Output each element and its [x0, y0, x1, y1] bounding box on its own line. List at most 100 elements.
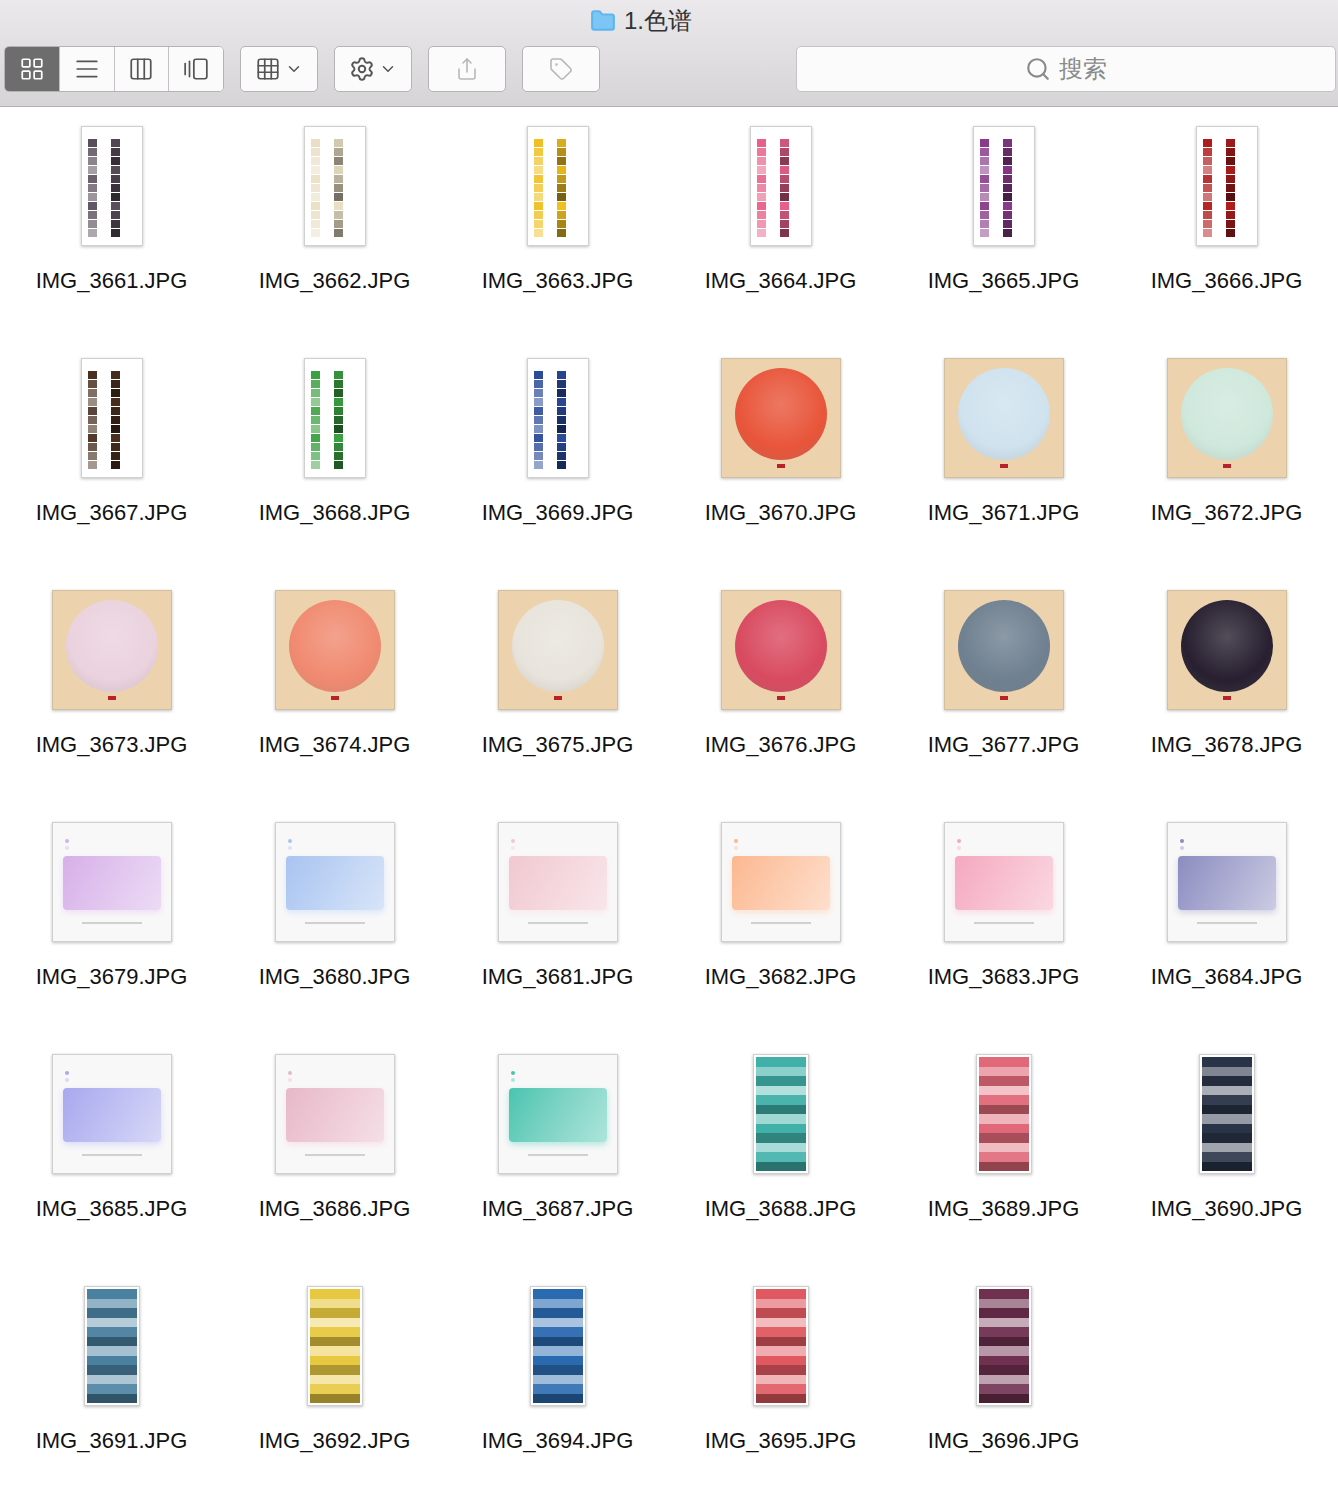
- color-swatch: [111, 371, 120, 379]
- color-dot: [511, 1078, 515, 1082]
- file-item[interactable]: IMG_3679.JPG: [0, 803, 223, 1035]
- color-swatch: [534, 398, 543, 406]
- thumbnail-area: [721, 590, 841, 710]
- seal-mark: [777, 696, 785, 700]
- color-swatch: [980, 175, 989, 183]
- thumbnail-area: [52, 822, 172, 942]
- color-band: [533, 1375, 583, 1385]
- file-item[interactable]: IMG_3672.JPG: [1115, 339, 1338, 571]
- color-band: [756, 1152, 806, 1162]
- color-band: [979, 1394, 1029, 1404]
- color-swatch: [1203, 175, 1212, 183]
- view-mode-button[interactable]: [114, 47, 169, 91]
- file-item[interactable]: IMG_3685.JPG: [0, 1035, 223, 1267]
- file-item[interactable]: IMG_3692.JPG: [223, 1267, 446, 1498]
- color-swatch: [334, 202, 343, 210]
- arrange-button[interactable]: [240, 46, 318, 92]
- file-item[interactable]: IMG_3691.JPG: [0, 1267, 223, 1498]
- file-item[interactable]: IMG_3695.JPG: [669, 1267, 892, 1498]
- painting-circle: [1181, 600, 1273, 692]
- color-band: [979, 1337, 1029, 1347]
- file-item[interactable]: IMG_3696.JPG: [892, 1267, 1115, 1498]
- file-item[interactable]: IMG_3663.JPG: [446, 107, 669, 339]
- view-mode-button[interactable]: [59, 47, 114, 91]
- painting-circle: [735, 600, 827, 692]
- color-swatch: [557, 202, 566, 210]
- file-item[interactable]: IMG_3687.JPG: [446, 1035, 669, 1267]
- file-name: IMG_3687.JPG: [482, 1196, 634, 1222]
- file-item[interactable]: IMG_3665.JPG: [892, 107, 1115, 339]
- color-swatch: [334, 398, 343, 406]
- share-button[interactable]: [428, 46, 506, 92]
- file-thumbnail: [52, 1054, 172, 1174]
- finder-window: 1.色谱搜索IMG_3661.JPGIMG_3662.JPGIMG_3663.J…: [0, 0, 1338, 1498]
- file-item[interactable]: IMG_3686.JPG: [223, 1035, 446, 1267]
- gradient-panel: [732, 856, 830, 910]
- file-item[interactable]: IMG_3675.JPG: [446, 571, 669, 803]
- color-swatch: [557, 220, 566, 228]
- color-swatch: [557, 371, 566, 379]
- file-item[interactable]: IMG_3664.JPG: [669, 107, 892, 339]
- file-item[interactable]: IMG_3690.JPG: [1115, 1035, 1338, 1267]
- file-item[interactable]: IMG_3666.JPG: [1115, 107, 1338, 339]
- caption-line: [305, 1154, 365, 1156]
- color-band: [310, 1346, 360, 1356]
- file-item[interactable]: IMG_3676.JPG: [669, 571, 892, 803]
- file-thumbnail: [1167, 358, 1287, 478]
- file-item[interactable]: IMG_3669.JPG: [446, 339, 669, 571]
- action-button[interactable]: [334, 46, 412, 92]
- file-item[interactable]: IMG_3667.JPG: [0, 339, 223, 571]
- color-swatch: [1203, 229, 1212, 237]
- file-item[interactable]: IMG_3688.JPG: [669, 1035, 892, 1267]
- swatch-column: [334, 139, 343, 237]
- file-item[interactable]: IMG_3673.JPG: [0, 571, 223, 803]
- file-item[interactable]: IMG_3694.JPG: [446, 1267, 669, 1498]
- gradient-dots: [1180, 839, 1184, 850]
- file-item[interactable]: IMG_3683.JPG: [892, 803, 1115, 1035]
- file-item[interactable]: IMG_3680.JPG: [223, 803, 446, 1035]
- thumbnail-area: [750, 126, 812, 246]
- file-item[interactable]: IMG_3689.JPG: [892, 1035, 1115, 1267]
- color-band: [979, 1105, 1029, 1115]
- color-band: [310, 1384, 360, 1394]
- color-band: [533, 1299, 583, 1309]
- thumbnail-area: [1167, 590, 1287, 710]
- color-swatch: [780, 175, 789, 183]
- search-field[interactable]: 搜索: [796, 46, 1336, 92]
- file-name: IMG_3683.JPG: [928, 964, 1080, 990]
- thumbnail-area: [498, 822, 618, 942]
- color-swatch: [1226, 211, 1235, 219]
- color-band: [979, 1143, 1029, 1153]
- gradient-panel: [286, 856, 384, 910]
- color-swatch: [311, 434, 320, 442]
- color-swatch: [311, 425, 320, 433]
- color-band: [310, 1337, 360, 1347]
- color-band: [1202, 1114, 1252, 1124]
- file-item[interactable]: IMG_3684.JPG: [1115, 803, 1338, 1035]
- color-swatch: [980, 193, 989, 201]
- view-mode-button[interactable]: [168, 47, 223, 91]
- color-band: [87, 1375, 137, 1385]
- file-item[interactable]: IMG_3678.JPG: [1115, 571, 1338, 803]
- color-swatch: [780, 139, 789, 147]
- color-swatch: [980, 220, 989, 228]
- gradient-dots: [957, 839, 961, 850]
- file-item[interactable]: IMG_3671.JPG: [892, 339, 1115, 571]
- file-item[interactable]: IMG_3677.JPG: [892, 571, 1115, 803]
- gradient-dots: [511, 839, 515, 850]
- tag-button[interactable]: [522, 46, 600, 92]
- painting-circle: [958, 600, 1050, 692]
- color-swatch: [557, 380, 566, 388]
- file-item[interactable]: IMG_3670.JPG: [669, 339, 892, 571]
- color-band: [756, 1289, 806, 1299]
- view-mode-button[interactable]: [5, 47, 59, 91]
- file-item[interactable]: IMG_3682.JPG: [669, 803, 892, 1035]
- color-swatch: [534, 184, 543, 192]
- color-dot: [957, 846, 961, 850]
- file-item[interactable]: IMG_3668.JPG: [223, 339, 446, 571]
- file-item[interactable]: IMG_3661.JPG: [0, 107, 223, 339]
- swatch-column: [111, 371, 120, 469]
- file-item[interactable]: IMG_3681.JPG: [446, 803, 669, 1035]
- file-item[interactable]: IMG_3662.JPG: [223, 107, 446, 339]
- file-item[interactable]: IMG_3674.JPG: [223, 571, 446, 803]
